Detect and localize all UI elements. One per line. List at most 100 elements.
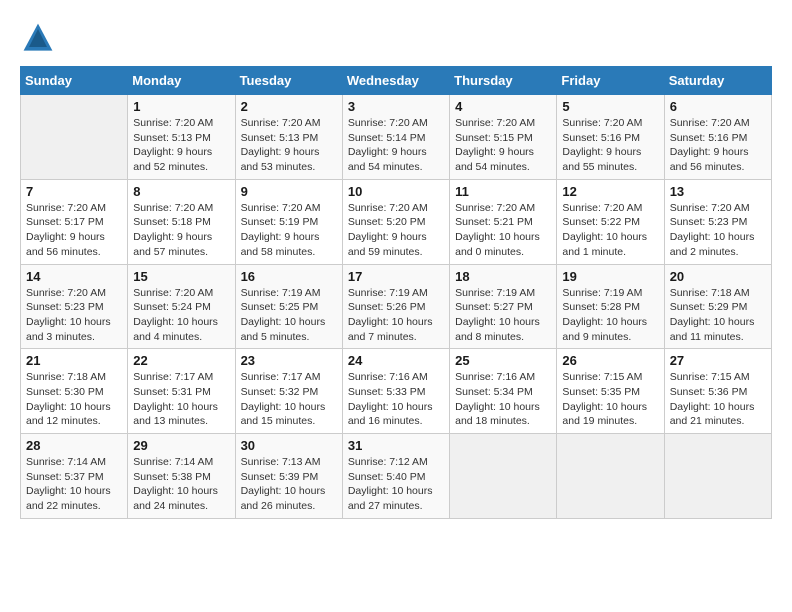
day-number: 24 [348,353,444,368]
day-info: Sunrise: 7:17 AM Sunset: 5:32 PM Dayligh… [241,370,337,429]
calendar-cell: 26 Sunrise: 7:15 AM Sunset: 5:35 PM Dayli… [557,349,664,434]
calendar-cell: 20 Sunrise: 7:18 AM Sunset: 5:29 PM Dayli… [664,264,771,349]
calendar-cell: 2 Sunrise: 7:20 AM Sunset: 5:13 PM Daylig… [235,95,342,180]
calendar-week-1: 1 Sunrise: 7:20 AM Sunset: 5:13 PM Daylig… [21,95,772,180]
calendar-cell: 31Sunrise: 7:12 AM Sunset: 5:40 PM Dayli… [342,434,449,519]
day-info: Sunrise: 7:20 AM Sunset: 5:17 PM Dayligh… [26,201,122,260]
calendar-header: SundayMondayTuesdayWednesdayThursdayFrid… [21,67,772,95]
day-info: Sunrise: 7:13 AM Sunset: 5:39 PM Dayligh… [241,455,337,514]
day-info: Sunrise: 7:18 AM Sunset: 5:30 PM Dayligh… [26,370,122,429]
day-info: Sunrise: 7:20 AM Sunset: 5:18 PM Dayligh… [133,201,229,260]
day-number: 30 [241,438,337,453]
day-number: 6 [670,99,766,114]
calendar-cell: 3Sunrise: 7:20 AM Sunset: 5:14 PM Daylig… [342,95,449,180]
day-info: Sunrise: 7:20 AM Sunset: 5:19 PM Dayligh… [241,201,337,260]
day-info: Sunrise: 7:20 AM Sunset: 5:16 PM Dayligh… [562,116,658,175]
day-info: Sunrise: 7:19 AM Sunset: 5:26 PM Dayligh… [348,286,444,345]
day-number: 9 [241,184,337,199]
day-number: 17 [348,269,444,284]
calendar-cell: 10 Sunrise: 7:20 AM Sunset: 5:20 PM Dayli… [342,179,449,264]
day-number: 8 [133,184,229,199]
day-info: Sunrise: 7:18 AM Sunset: 5:29 PM Dayligh… [670,286,766,345]
day-number: 21 [26,353,122,368]
calendar-cell: 28 Sunrise: 7:14 AM Sunset: 5:37 PM Dayli… [21,434,128,519]
day-number: 16 [241,269,337,284]
day-number: 29 [133,438,229,453]
day-info: Sunrise: 7:15 AM Sunset: 5:36 PM Dayligh… [670,370,766,429]
calendar-cell [664,434,771,519]
day-info: Sunrise: 7:20 AM Sunset: 5:23 PM Dayligh… [26,286,122,345]
calendar-cell [557,434,664,519]
calendar-cell [21,95,128,180]
calendar-cell: 9 Sunrise: 7:20 AM Sunset: 5:19 PM Daylig… [235,179,342,264]
calendar-cell: 12 Sunrise: 7:20 AM Sunset: 5:22 PM Dayli… [557,179,664,264]
day-number: 7 [26,184,122,199]
weekday-header-thursday: Thursday [450,67,557,95]
day-info: Sunrise: 7:14 AM Sunset: 5:38 PM Dayligh… [133,455,229,514]
day-number: 23 [241,353,337,368]
calendar-cell: 23 Sunrise: 7:17 AM Sunset: 5:32 PM Dayli… [235,349,342,434]
day-info: Sunrise: 7:14 AM Sunset: 5:37 PM Dayligh… [26,455,122,514]
day-number: 19 [562,269,658,284]
day-info: Sunrise: 7:19 AM Sunset: 5:25 PM Dayligh… [241,286,337,345]
day-number: 25 [455,353,551,368]
day-number: 4 [455,99,551,114]
day-number: 13 [670,184,766,199]
weekday-header-saturday: Saturday [664,67,771,95]
calendar-cell: 5 Sunrise: 7:20 AM Sunset: 5:16 PM Daylig… [557,95,664,180]
day-info: Sunrise: 7:16 AM Sunset: 5:33 PM Dayligh… [348,370,444,429]
day-number: 3 [348,99,444,114]
day-info: Sunrise: 7:20 AM Sunset: 5:21 PM Dayligh… [455,201,551,260]
calendar-week-3: 14 Sunrise: 7:20 AM Sunset: 5:23 PM Dayli… [21,264,772,349]
calendar-cell: 18Sunrise: 7:19 AM Sunset: 5:27 PM Dayli… [450,264,557,349]
weekday-header-friday: Friday [557,67,664,95]
calendar-cell: 24 Sunrise: 7:16 AM Sunset: 5:33 PM Dayli… [342,349,449,434]
calendar-cell: 19 Sunrise: 7:19 AM Sunset: 5:28 PM Dayli… [557,264,664,349]
calendar-week-5: 28 Sunrise: 7:14 AM Sunset: 5:37 PM Dayli… [21,434,772,519]
day-number: 28 [26,438,122,453]
day-info: Sunrise: 7:20 AM Sunset: 5:20 PM Dayligh… [348,201,444,260]
calendar-cell [450,434,557,519]
day-number: 14 [26,269,122,284]
day-info: Sunrise: 7:20 AM Sunset: 5:13 PM Dayligh… [133,116,229,175]
page-header [20,20,772,56]
calendar-cell: 22 Sunrise: 7:17 AM Sunset: 5:31 PM Dayli… [128,349,235,434]
day-info: Sunrise: 7:16 AM Sunset: 5:34 PM Dayligh… [455,370,551,429]
day-info: Sunrise: 7:15 AM Sunset: 5:35 PM Dayligh… [562,370,658,429]
calendar-cell: 16 Sunrise: 7:19 AM Sunset: 5:25 PM Dayli… [235,264,342,349]
calendar-week-2: 7 Sunrise: 7:20 AM Sunset: 5:17 PM Daylig… [21,179,772,264]
logo-icon [20,20,56,56]
day-info: Sunrise: 7:20 AM Sunset: 5:13 PM Dayligh… [241,116,337,175]
day-number: 18 [455,269,551,284]
day-number: 22 [133,353,229,368]
calendar-cell: 29 Sunrise: 7:14 AM Sunset: 5:38 PM Dayli… [128,434,235,519]
day-info: Sunrise: 7:19 AM Sunset: 5:28 PM Dayligh… [562,286,658,345]
calendar-cell: 27 Sunrise: 7:15 AM Sunset: 5:36 PM Dayli… [664,349,771,434]
weekday-header-monday: Monday [128,67,235,95]
calendar-cell: 8 Sunrise: 7:20 AM Sunset: 5:18 PM Daylig… [128,179,235,264]
day-number: 26 [562,353,658,368]
weekday-header-wednesday: Wednesday [342,67,449,95]
calendar-cell: 1 Sunrise: 7:20 AM Sunset: 5:13 PM Daylig… [128,95,235,180]
calendar-week-4: 21 Sunrise: 7:18 AM Sunset: 5:30 PM Dayli… [21,349,772,434]
day-number: 20 [670,269,766,284]
weekday-header-sunday: Sunday [21,67,128,95]
day-number: 15 [133,269,229,284]
day-info: Sunrise: 7:20 AM Sunset: 5:16 PM Dayligh… [670,116,766,175]
day-info: Sunrise: 7:20 AM Sunset: 5:15 PM Dayligh… [455,116,551,175]
day-number: 1 [133,99,229,114]
calendar-cell: 6 Sunrise: 7:20 AM Sunset: 5:16 PM Daylig… [664,95,771,180]
calendar-cell: 17 Sunrise: 7:19 AM Sunset: 5:26 PM Dayli… [342,264,449,349]
calendar-cell: 11Sunrise: 7:20 AM Sunset: 5:21 PM Dayli… [450,179,557,264]
day-info: Sunrise: 7:20 AM Sunset: 5:22 PM Dayligh… [562,201,658,260]
calendar-table: SundayMondayTuesdayWednesdayThursdayFrid… [20,66,772,519]
weekday-header-tuesday: Tuesday [235,67,342,95]
day-number: 2 [241,99,337,114]
day-number: 10 [348,184,444,199]
day-number: 27 [670,353,766,368]
day-number: 5 [562,99,658,114]
day-number: 12 [562,184,658,199]
calendar-cell: 14 Sunrise: 7:20 AM Sunset: 5:23 PM Dayli… [21,264,128,349]
day-info: Sunrise: 7:17 AM Sunset: 5:31 PM Dayligh… [133,370,229,429]
calendar-cell: 4 Sunrise: 7:20 AM Sunset: 5:15 PM Daylig… [450,95,557,180]
